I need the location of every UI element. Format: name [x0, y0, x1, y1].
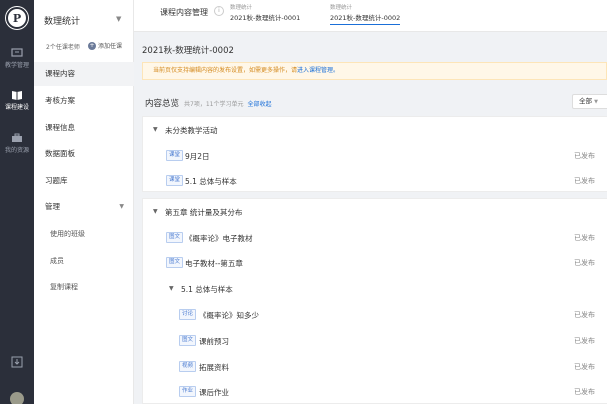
- chevron-down-icon[interactable]: ▼: [169, 285, 174, 292]
- chevron-down-icon[interactable]: ▼: [153, 208, 158, 215]
- status-badge: 已发布: [574, 234, 595, 242]
- group-header[interactable]: ▼ 第五章 统计量及其分布: [143, 199, 607, 225]
- page-title: 2021秋-数理统计-0002: [142, 46, 234, 56]
- course-manage-link[interactable]: 进入课程管理。: [297, 67, 339, 74]
- list-item[interactable]: 视频 拓展资料 已发布: [143, 354, 607, 380]
- rail-nav-label: 我的资源: [4, 147, 29, 154]
- content-group: ▼ 未分类教学活动 课堂 9月2日 已发布 课堂 5.1 总体与样本 已发布: [142, 116, 607, 192]
- item-title[interactable]: 5.1 总体与样本: [185, 176, 237, 187]
- collapse-all-button[interactable]: 全部收起: [247, 99, 271, 108]
- sidebar-item-members[interactable]: 成员: [34, 249, 134, 273]
- item-title[interactable]: 《概率论》电子教材: [185, 233, 253, 244]
- item-title[interactable]: 课前预习: [199, 336, 229, 347]
- open-book-icon: [12, 91, 22, 100]
- sidebar-item-label: 管理: [45, 202, 60, 211]
- rail-nav-course-build[interactable]: 课程建设: [0, 90, 34, 111]
- add-teacher-button[interactable]: + 添加任课: [88, 41, 122, 50]
- list-item[interactable]: 课堂 9月2日 已发布: [143, 143, 607, 169]
- subgroup-header[interactable]: ▼ 5.1 总体与样本: [143, 276, 607, 302]
- app-rail: P 教学管理 课程建设 我的资源: [0, 0, 34, 404]
- item-type-badge: 作业: [179, 386, 197, 397]
- item-type-badge: 视频: [179, 361, 197, 372]
- sidebar-item-manage[interactable]: 管理 ▼: [34, 195, 134, 219]
- content-summary: 内容总览 共7项，11个学习单元 全部收起: [145, 97, 271, 109]
- group-header[interactable]: ▼ 未分类教学活动: [143, 117, 607, 143]
- teacher-count: 2个任课老师: [46, 44, 80, 51]
- group-title: 第五章 统计量及其分布: [165, 208, 243, 217]
- plus-icon: +: [88, 41, 96, 50]
- status-filter-select[interactable]: 全部 ▼: [572, 94, 607, 109]
- status-badge: 已发布: [574, 152, 595, 160]
- filter-value: 全部: [579, 97, 592, 105]
- sidebar-item-data-panel[interactable]: 数据面板: [34, 142, 134, 166]
- list-item[interactable]: 图文 课前预习 已发布: [143, 328, 607, 354]
- content-group: ▼ 第五章 统计量及其分布 图文 《概率论》电子教材 已发布 图文 电子教材--…: [142, 198, 607, 404]
- item-type-badge: 图文: [179, 335, 197, 346]
- subgroup-title: 5.1 总体与样本: [181, 285, 233, 294]
- info-icon[interactable]: i: [214, 6, 224, 16]
- item-type-badge: 图文: [166, 232, 184, 243]
- sidebar-item-course-content[interactable]: 课程内容: [34, 62, 134, 86]
- logo-letter: P: [12, 11, 22, 25]
- notice-banner: 当前页仅支持编辑内容的发布设置，如需更多操作，请进入课程管理。: [142, 62, 607, 80]
- item-type-badge: 课堂: [166, 175, 184, 186]
- item-type-badge: 课堂: [166, 150, 184, 161]
- sidebar-item-course-info[interactable]: 课程信息: [34, 116, 134, 140]
- list-item[interactable]: 图文 电子教材--第五章 已发布: [143, 250, 607, 276]
- item-type-badge: 讨论: [179, 309, 197, 320]
- item-title[interactable]: 拓展资料: [199, 362, 229, 373]
- status-badge: 已发布: [574, 337, 595, 345]
- tab-class-0001[interactable]: 数理统计 2021秋-数理统计-0001: [230, 3, 300, 22]
- chevron-down-icon: ▼: [594, 99, 598, 105]
- chevron-down-icon[interactable]: ▼: [116, 15, 121, 23]
- status-badge: 已发布: [574, 388, 595, 396]
- breadcrumb-content-manage[interactable]: 课程内容管理: [160, 7, 208, 18]
- rail-nav-label: 教学管理: [4, 62, 29, 69]
- list-item[interactable]: 讨论 《概率论》知多少 已发布: [143, 302, 607, 328]
- rail-nav-label: 课程建设: [4, 104, 29, 111]
- tab-class-label: 2021秋-数理统计-0002: [330, 14, 401, 22]
- chevron-down-icon[interactable]: ▼: [153, 126, 158, 133]
- course-title[interactable]: 数理统计: [44, 14, 80, 27]
- top-bar: 课程内容管理 i 数理统计 2021秋-数理统计-0001 数理统计 2021秋…: [134, 0, 607, 32]
- status-badge: 已发布: [574, 259, 595, 267]
- item-title[interactable]: 《概率论》知多少: [199, 310, 259, 321]
- list-item[interactable]: 图文 《概率论》电子教材 已发布: [143, 225, 607, 251]
- briefcase-icon: [12, 133, 22, 142]
- group-title: 未分类教学活动: [165, 126, 218, 135]
- user-avatar[interactable]: [10, 392, 24, 404]
- item-title[interactable]: 9月2日: [185, 151, 210, 162]
- book-desk-icon: [11, 48, 23, 57]
- status-badge: 已发布: [574, 363, 595, 371]
- tab-class-0002[interactable]: 数理统计 2021秋-数理统计-0002: [330, 3, 401, 25]
- item-type-badge: 图文: [166, 257, 184, 268]
- add-teacher-label: 添加任课: [98, 43, 123, 50]
- tab-course-label: 数理统计: [330, 5, 353, 11]
- item-title[interactable]: 课后作业: [199, 387, 229, 398]
- tab-class-label: 2021秋-数理统计-0001: [230, 14, 301, 22]
- status-badge: 已发布: [574, 311, 595, 319]
- sidebar-item-copy-course[interactable]: 复制课程: [34, 275, 134, 299]
- status-badge: 已发布: [574, 177, 595, 185]
- sidebar-item-classes[interactable]: 使用的班级: [34, 222, 134, 246]
- summary-title: 内容总览: [145, 99, 180, 109]
- list-item[interactable]: 作业 课后作业 已发布: [143, 379, 607, 404]
- tab-course-label: 数理统计: [230, 5, 253, 11]
- download-icon[interactable]: [11, 356, 23, 368]
- course-sidebar: 数理统计 ▼ 2个任课老师 + 添加任课 课程内容 考核方案 课程信息 数据面板…: [34, 0, 134, 404]
- chevron-down-icon: ▼: [119, 203, 124, 210]
- summary-count: 共7项，11个学习单元: [184, 101, 244, 108]
- item-title[interactable]: 电子教材--第五章: [185, 258, 243, 269]
- rail-nav-teaching[interactable]: 教学管理: [0, 48, 34, 69]
- list-item[interactable]: 课堂 5.1 总体与样本 已发布: [143, 168, 607, 194]
- notice-text: 当前页仅支持编辑内容的发布设置，如需更多操作，请: [153, 67, 298, 74]
- university-logo[interactable]: P: [6, 7, 28, 29]
- sidebar-item-assessment[interactable]: 考核方案: [34, 89, 134, 113]
- sidebar-item-question-bank[interactable]: 习题库: [34, 169, 134, 193]
- rail-nav-resources[interactable]: 我的资源: [0, 133, 34, 154]
